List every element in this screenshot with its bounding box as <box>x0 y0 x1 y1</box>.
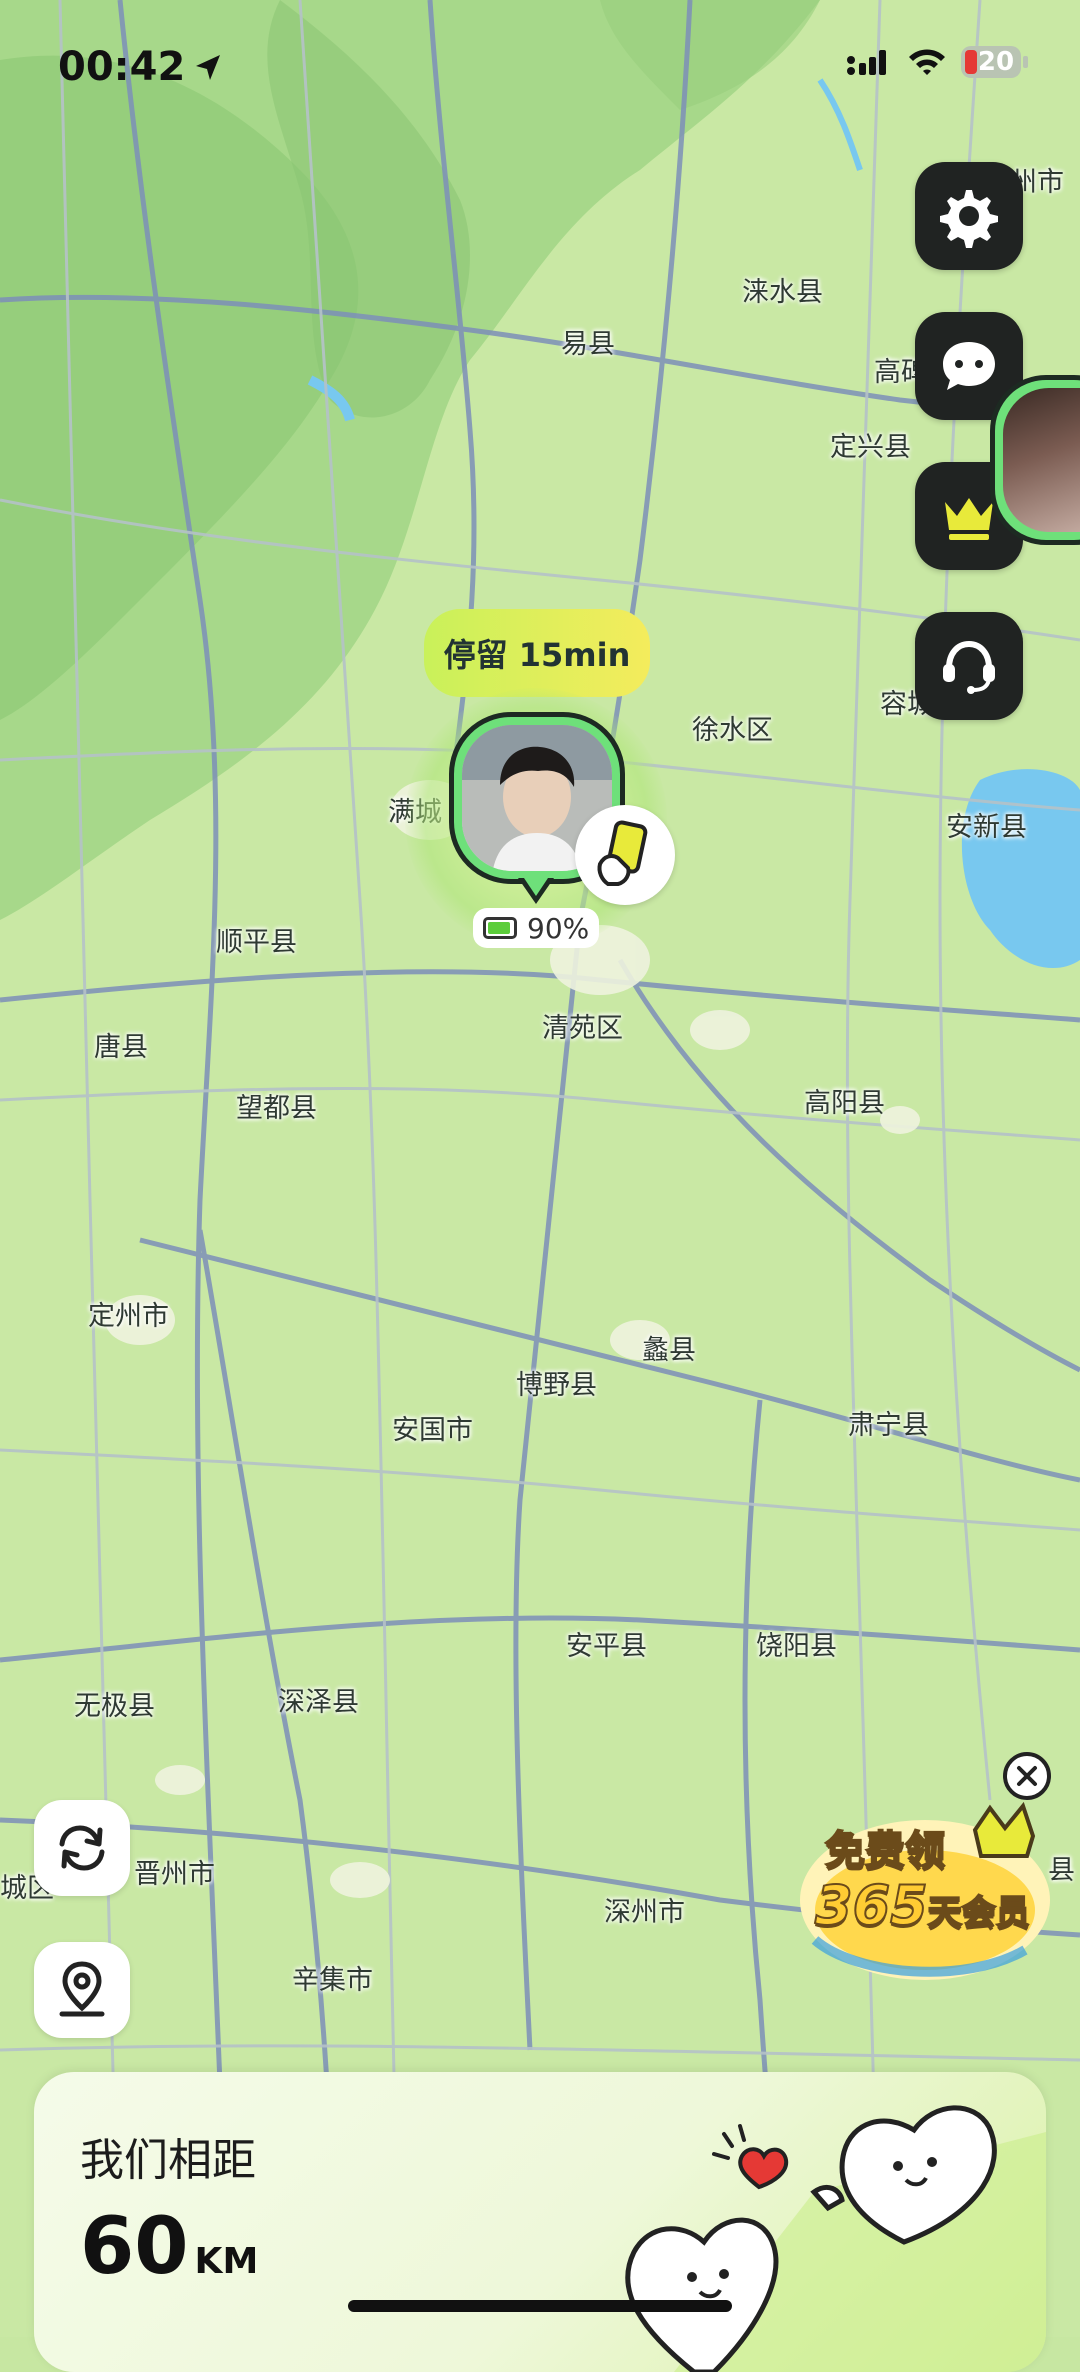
map-label: 蠡县 <box>642 1335 696 1366</box>
promo-title: 免费领 <box>824 1827 946 1875</box>
settings-button[interactable] <box>915 162 1023 270</box>
map-label: 易县 <box>561 329 615 360</box>
map-label: 清苑区 <box>542 1013 623 1044</box>
map-label: 安平县 <box>566 1631 647 1662</box>
chat-icon <box>943 342 995 390</box>
headset-icon <box>943 640 995 694</box>
vip-promo-banner[interactable]: 免费领 365天会员 <box>795 1790 1075 1990</box>
map-label: 饶阳县 <box>756 1631 837 1662</box>
device-battery-percent: 90% <box>527 911 590 945</box>
distance-card[interactable]: 我们相距 60 KM <box>34 2072 1046 2372</box>
map-label: 徐水区 <box>692 715 773 746</box>
gear-icon <box>940 190 998 248</box>
map-label: 博野县 <box>516 1370 597 1401</box>
hearts-illustration <box>625 2105 1046 2372</box>
location-pin-icon <box>59 1961 105 2017</box>
refresh-button[interactable] <box>34 1800 130 1896</box>
home-indicator <box>348 2300 732 2312</box>
map-label: 顺平县 <box>216 927 297 958</box>
map-label: 定兴县 <box>830 432 911 463</box>
map-label: 深泽县 <box>278 1687 359 1718</box>
map-label: 望都县 <box>236 1093 317 1124</box>
device-battery-chip: 90% <box>473 908 600 948</box>
stay-duration-bubble: 停留 15min <box>424 609 650 697</box>
status-time: 00:42 <box>58 44 186 90</box>
phone-hand-icon <box>597 820 648 886</box>
wifi-icon <box>909 49 945 75</box>
phone-in-hand-badge <box>575 805 675 905</box>
signal-icon <box>847 50 886 75</box>
map-label: 安新县 <box>946 812 1027 843</box>
battery-indicator: 20 <box>961 46 1021 78</box>
locate-button[interactable] <box>34 1942 130 2038</box>
location-arrow-icon <box>196 55 220 80</box>
distance-label: 我们相距 <box>80 2135 256 2186</box>
close-icon <box>1017 1766 1037 1786</box>
battery-tip <box>1023 56 1028 68</box>
status-indicators: 20 <box>845 46 1028 78</box>
map-label: 晋州市 <box>134 1859 215 1890</box>
partner-avatar-marker[interactable] <box>990 375 1080 545</box>
distance-value: 60 KM <box>80 2202 259 2292</box>
refresh-icon <box>59 1825 105 1871</box>
map-label: 高阳县 <box>804 1088 885 1119</box>
map-label: 深州市 <box>604 1897 685 1928</box>
map-label: 涞水县 <box>742 277 823 308</box>
marker-pointer <box>518 878 554 904</box>
map-label: 定州市 <box>88 1301 169 1332</box>
map-label: 无极县 <box>74 1691 155 1722</box>
promo-days: 365天会员 <box>814 1873 1031 1938</box>
map-label: 安国市 <box>392 1415 473 1446</box>
battery-icon <box>483 917 517 939</box>
map-label: 辛集市 <box>292 1965 373 1996</box>
customer-service-button[interactable] <box>915 612 1023 720</box>
map-label: 唐县 <box>94 1032 148 1063</box>
map-label: 肃宁县 <box>848 1410 929 1441</box>
